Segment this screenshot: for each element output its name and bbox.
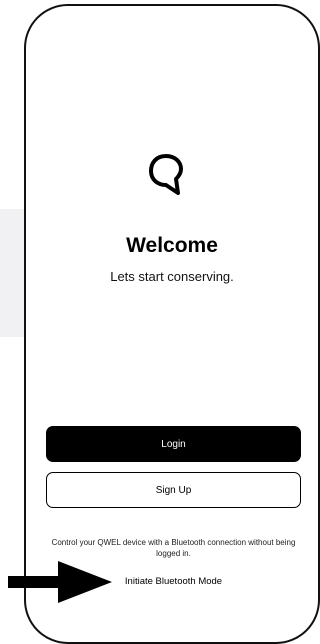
welcome-title: Welcome xyxy=(126,234,218,257)
login-button[interactable]: Login xyxy=(46,426,301,462)
app-logo-icon xyxy=(149,154,183,195)
signup-button[interactable]: Sign Up xyxy=(46,472,301,508)
arrow-right-icon xyxy=(8,561,112,603)
welcome-subtitle: Lets start conserving. xyxy=(110,269,234,284)
bluetooth-description: Control your QWEL device with a Bluetoot… xyxy=(51,538,296,558)
